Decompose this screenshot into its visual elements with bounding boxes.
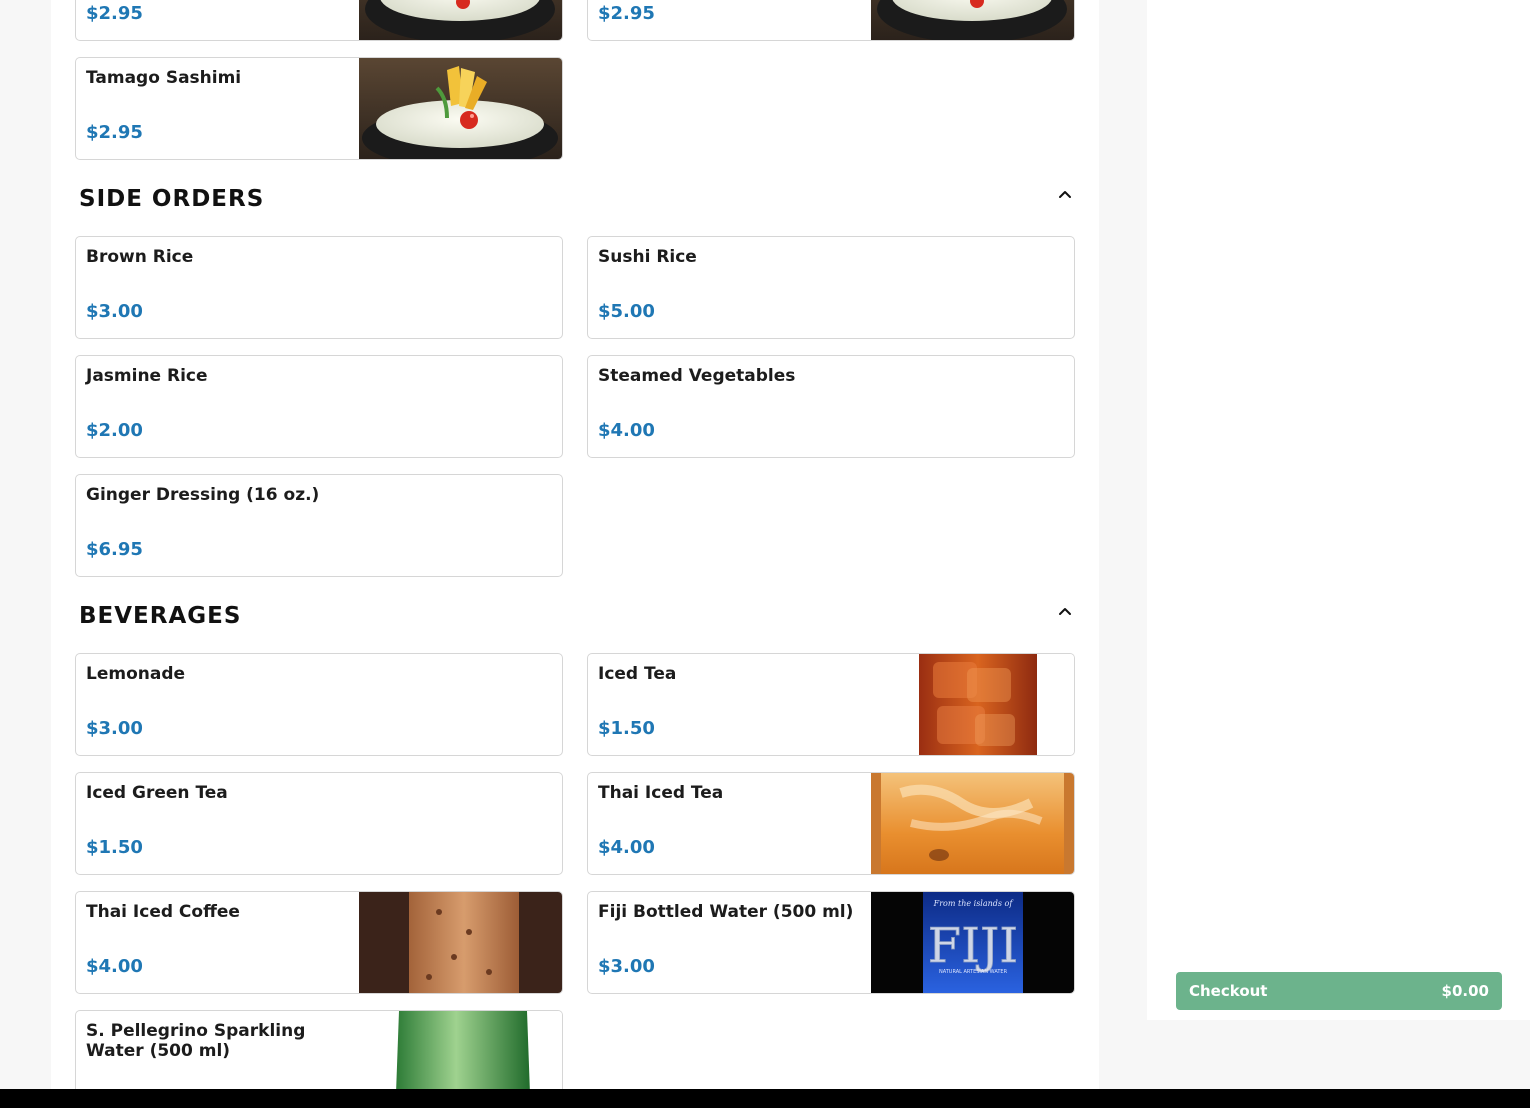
item-name: Iced Green Tea xyxy=(86,783,228,803)
pellegrino-bottle-image xyxy=(359,1011,562,1089)
menu-item-card[interactable]: Thai Iced Coffee $4.00 xyxy=(75,891,563,994)
chevron-up-icon xyxy=(1059,191,1071,198)
section-title-beverages: BEVERAGES xyxy=(79,603,242,629)
menu-item-card[interactable]: Sushi Rice $5.00 xyxy=(587,236,1075,339)
item-price: $2.00 xyxy=(86,420,143,441)
collapse-side-orders-button[interactable] xyxy=(1053,182,1077,206)
checkout-label: Checkout xyxy=(1189,982,1268,1000)
item-name: Jasmine Rice xyxy=(86,366,208,386)
menu-item-card[interactable]: $2.95 xyxy=(75,0,563,41)
menu-item-card[interactable]: Fiji Bottled Water (500 ml) $3.00 From t… xyxy=(587,891,1075,994)
thai-iced-coffee-image xyxy=(359,892,562,993)
iced-tea-image xyxy=(871,654,1074,755)
chevron-up-icon xyxy=(1059,608,1071,615)
menu-item-card[interactable]: S. Pellegrino Sparkling Water (500 ml) xyxy=(75,1010,563,1089)
item-price: $6.95 xyxy=(86,539,143,560)
menu-item-card[interactable]: Thai Iced Tea $4.00 xyxy=(587,772,1075,875)
thai-iced-tea-image xyxy=(871,773,1074,874)
item-name: Tamago Sashimi xyxy=(86,68,242,88)
fiji-tagline: From the islands of xyxy=(933,899,1015,908)
menu-item-card[interactable]: Tamago Sashimi $2.95 xyxy=(75,57,563,160)
item-price: $1.50 xyxy=(86,837,143,858)
item-price: $4.00 xyxy=(598,837,655,858)
item-name: S. Pellegrino Sparkling Water (500 ml) xyxy=(86,1021,306,1061)
item-price: $3.00 xyxy=(86,301,143,322)
item-price: $4.00 xyxy=(598,420,655,441)
sashimi-bowl-image xyxy=(871,0,1074,40)
item-price: $2.95 xyxy=(86,122,143,143)
item-price: $4.00 xyxy=(86,956,143,977)
item-price: $3.00 xyxy=(86,718,143,739)
section-title-side-orders: SIDE ORDERS xyxy=(79,186,265,212)
item-name: Steamed Vegetables xyxy=(598,366,796,386)
menu-item-card[interactable]: Lemonade $3.00 xyxy=(75,653,563,756)
item-price: $5.00 xyxy=(598,301,655,322)
fiji-brand: FIJI xyxy=(928,918,1018,974)
item-price: $1.50 xyxy=(598,718,655,739)
sashimi-bowl-image xyxy=(359,0,562,40)
fiji-subtitle: NATURAL ARTESIAN WATER xyxy=(939,969,1008,975)
bottom-bar xyxy=(0,1089,1530,1108)
item-price: $3.00 xyxy=(598,956,655,977)
menu-item-card[interactable]: Steamed Vegetables $4.00 xyxy=(587,355,1075,458)
item-name: Thai Iced Coffee xyxy=(86,902,240,922)
item-name: Iced Tea xyxy=(598,664,677,684)
item-name: Fiji Bottled Water (500 ml) xyxy=(598,902,854,922)
menu-item-card[interactable]: Brown Rice $3.00 xyxy=(75,236,563,339)
item-price: $2.95 xyxy=(86,3,143,24)
item-price: $2.95 xyxy=(598,3,655,24)
fiji-water-image: From the islands of FIJI NATURAL ARTESIA… xyxy=(871,892,1074,993)
collapse-beverages-button[interactable] xyxy=(1053,599,1077,623)
tamago-sashimi-image xyxy=(359,58,562,159)
menu-item-card[interactable]: Jasmine Rice $2.00 xyxy=(75,355,563,458)
menu-item-card[interactable]: Iced Green Tea $1.50 xyxy=(75,772,563,875)
cart-sidebar xyxy=(1147,0,1530,1020)
item-name: Ginger Dressing (16 oz.) xyxy=(86,485,320,505)
menu-item-card[interactable]: Ginger Dressing (16 oz.) $6.95 xyxy=(75,474,563,577)
item-name: Lemonade xyxy=(86,664,186,684)
checkout-total: $0.00 xyxy=(1441,982,1489,1000)
menu-item-card[interactable]: Iced Tea $1.50 xyxy=(587,653,1075,756)
item-name: Brown Rice xyxy=(86,247,194,267)
item-name: Sushi Rice xyxy=(598,247,697,267)
menu-column: $2.95 $2.95 Tamago Sashimi $2.95 SIDE OR… xyxy=(51,0,1099,1089)
checkout-button[interactable]: Checkout $0.00 xyxy=(1176,972,1502,1010)
menu-item-card[interactable]: $2.95 xyxy=(587,0,1075,41)
item-name: Thai Iced Tea xyxy=(598,783,724,803)
